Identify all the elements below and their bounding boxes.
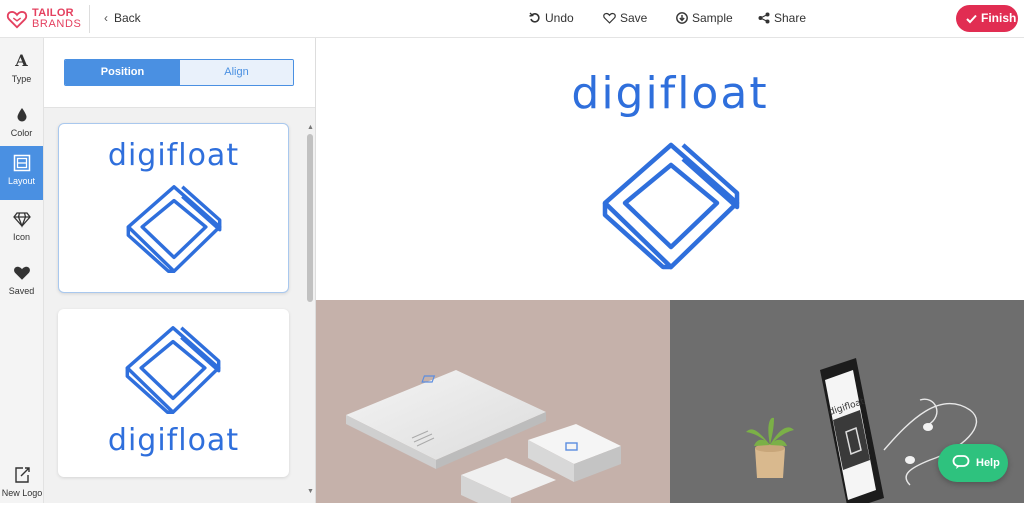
logo-preview-canvas: digifloat	[316, 38, 1024, 300]
help-button[interactable]: Help	[938, 444, 1008, 482]
heart-icon	[603, 12, 616, 24]
tab-position[interactable]: Position	[65, 60, 180, 85]
position-align-toggle: Position Align	[64, 59, 294, 86]
impossible-square-icon	[126, 185, 222, 273]
brand-heart-icon	[6, 11, 28, 29]
scroll-up-icon[interactable]: ▲	[307, 124, 314, 131]
layout-card-text-bottom[interactable]: digifloat	[58, 309, 289, 477]
undo-button[interactable]: Undo	[529, 11, 574, 25]
card-logo-text: digifloat	[107, 138, 240, 173]
sidebar-item-layout[interactable]: Layout	[0, 146, 43, 200]
diamond-icon	[12, 212, 31, 228]
layout-icon	[13, 154, 30, 172]
sidebar-item-label: New Logo	[1, 488, 43, 498]
sidebar-item-color[interactable]: Color	[0, 98, 43, 152]
brand-logo[interactable]: TAILOR BRANDS	[6, 5, 82, 33]
heart-icon	[13, 266, 30, 280]
brand-name: TAILOR BRANDS	[32, 7, 82, 30]
finish-button[interactable]: Finish	[956, 5, 1018, 32]
back-button[interactable]: ‹ Back	[104, 11, 141, 25]
sidebar-item-icon[interactable]: Icon	[0, 202, 43, 256]
header-divider	[89, 5, 90, 33]
sidebar-item-label: Saved	[8, 286, 35, 296]
sidebar-item-label: Type	[11, 74, 32, 84]
sidebar-item-new-logo[interactable]: New Logo	[0, 456, 44, 510]
sidebar-item-saved[interactable]: Saved	[0, 256, 43, 310]
undo-icon	[529, 12, 540, 23]
sidebar-item-label: Icon	[12, 232, 30, 242]
card-logo-text: digifloat	[107, 423, 240, 458]
type-icon: A	[15, 51, 28, 70]
stationery-illustration	[346, 370, 621, 503]
download-icon	[676, 12, 688, 24]
panel-header: Position Align	[44, 38, 315, 108]
preview-logo-icon	[602, 142, 740, 270]
save-button[interactable]: Save	[603, 11, 647, 25]
preview-logo-text: digifloat	[571, 68, 769, 119]
layout-card-text-top[interactable]: digifloat	[58, 123, 289, 293]
chevron-left-icon: ‹	[104, 11, 108, 25]
layout-panel: Position Align digifloat digifloat ▲ ▼	[44, 38, 316, 503]
stationery-mockup	[316, 300, 670, 503]
droplet-icon	[17, 108, 26, 122]
sidebar-item-type[interactable]: A Type	[0, 44, 43, 98]
scroll-down-icon[interactable]: ▼	[307, 488, 314, 495]
tab-align[interactable]: Align	[180, 60, 293, 85]
sidebar-item-label: Color	[10, 128, 33, 138]
share-button[interactable]: Share	[758, 11, 806, 25]
panel-scrollbar[interactable]: ▲ ▼	[306, 124, 314, 497]
new-logo-icon	[15, 467, 30, 483]
sidebar-item-label: Layout	[7, 176, 36, 186]
tool-sidebar: A Type Color Layout Icon Saved New Logo	[0, 38, 44, 503]
sample-button[interactable]: Sample	[676, 11, 733, 25]
scrollbar-thumb[interactable]	[307, 134, 313, 302]
impossible-square-icon	[125, 326, 221, 414]
check-icon	[966, 14, 977, 24]
share-icon	[758, 12, 770, 24]
top-bar: TAILOR BRANDS ‹ Back Undo Save Sample Sha…	[0, 0, 1024, 38]
chat-bubble-icon	[952, 455, 970, 469]
